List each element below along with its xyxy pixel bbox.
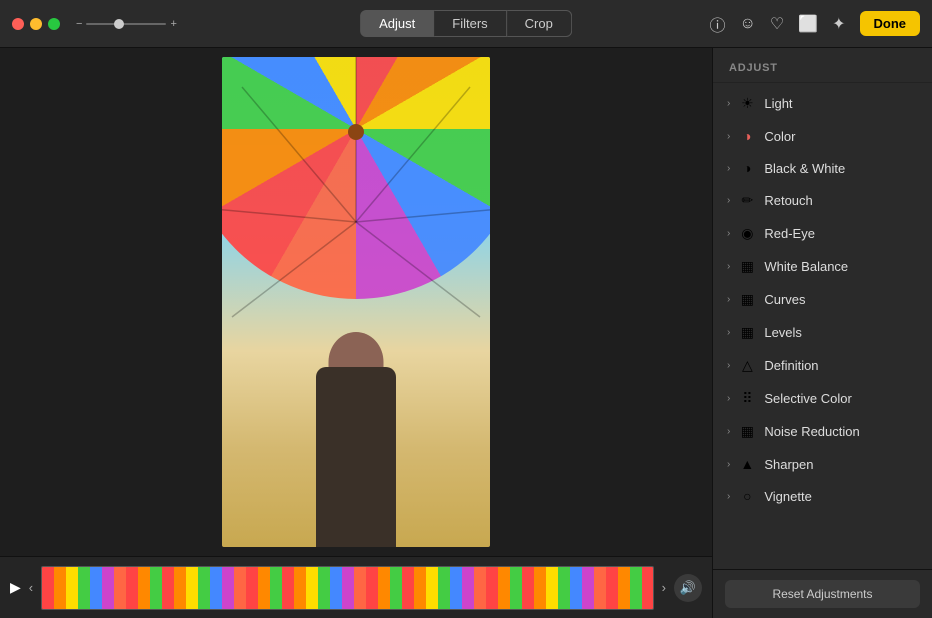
- levels-icon: ▦: [738, 324, 756, 341]
- umbrella-center: [348, 124, 364, 140]
- zoom-out-icon: −: [76, 18, 82, 30]
- info-icon[interactable]: ⓘ: [709, 12, 725, 36]
- chevron-right-icon: ›: [727, 393, 730, 404]
- definition-label: Definition: [764, 358, 818, 373]
- chevron-right-icon: ›: [727, 131, 730, 142]
- close-button[interactable]: [12, 18, 24, 30]
- fullscreen-button[interactable]: [48, 18, 60, 30]
- chevron-right-icon: ›: [727, 491, 730, 502]
- photo-frame: [222, 57, 490, 547]
- color-icon: ◑: [738, 128, 756, 144]
- zoom-slider[interactable]: − +: [76, 18, 177, 30]
- definition-icon: △: [738, 357, 756, 374]
- emoji-icon[interactable]: ☺: [739, 15, 755, 33]
- adjust-item-noise-reduction[interactable]: › ▦ Noise Reduction: [713, 415, 932, 448]
- bw-label: Black & White: [764, 161, 845, 176]
- noise-reduction-label: Noise Reduction: [764, 424, 859, 439]
- vignette-label: Vignette: [764, 489, 811, 504]
- volume-icon: 🔊: [680, 580, 696, 596]
- filmstrip-prev[interactable]: ‹: [29, 580, 33, 595]
- tab-filters[interactable]: Filters: [434, 10, 506, 37]
- adjust-item-color[interactable]: › ◑ Color: [713, 120, 932, 152]
- retouch-icon: ✏: [738, 192, 756, 209]
- panel-footer: Reset Adjustments: [713, 569, 932, 618]
- red-eye-label: Red-Eye: [764, 226, 815, 241]
- light-label: Light: [764, 96, 792, 111]
- light-icon: ☀: [738, 95, 756, 112]
- chevron-right-icon: ›: [727, 294, 730, 305]
- noise-reduction-icon: ▦: [738, 423, 756, 440]
- share-icon[interactable]: ⬜: [798, 14, 818, 34]
- photo-image: [222, 57, 490, 547]
- filmstrip-next[interactable]: ›: [662, 580, 666, 595]
- curves-label: Curves: [764, 292, 805, 307]
- photo-area: ▶ ‹ › 🔊: [0, 48, 712, 618]
- minimize-button[interactable]: [30, 18, 42, 30]
- slider-track: [86, 23, 166, 25]
- tab-adjust[interactable]: Adjust: [360, 10, 434, 37]
- adjust-item-curves[interactable]: › ▦ Curves: [713, 283, 932, 316]
- chevron-right-icon: ›: [727, 459, 730, 470]
- adjust-item-sharpen[interactable]: › ▲ Sharpen: [713, 448, 932, 480]
- adjust-item-light[interactable]: › ☀ Light: [713, 87, 932, 120]
- chevron-right-icon: ›: [727, 327, 730, 338]
- bw-icon: ◑: [738, 160, 756, 176]
- magic-wand-icon[interactable]: ✦: [832, 14, 845, 34]
- play-button[interactable]: ▶: [10, 579, 21, 596]
- reset-adjustments-button[interactable]: Reset Adjustments: [725, 580, 920, 608]
- tab-crop[interactable]: Crop: [507, 10, 572, 37]
- filmstrip-bar: ▶ ‹ › 🔊: [0, 556, 712, 618]
- adjust-item-retouch[interactable]: › ✏ Retouch: [713, 184, 932, 217]
- person-body: [316, 367, 396, 547]
- toolbar-right: ⓘ ☺ ♡ ⬜ ✦ Done: [709, 11, 920, 36]
- photo-container: [0, 48, 712, 556]
- filmstrip[interactable]: [41, 566, 654, 610]
- selective-color-icon: ⠿: [738, 390, 756, 407]
- traffic-lights: [12, 18, 60, 30]
- chevron-right-icon: ›: [727, 261, 730, 272]
- red-eye-icon: ◉: [738, 225, 756, 242]
- umbrella-overlay: [222, 57, 490, 299]
- adjust-list: › ☀ Light › ◑ Color › ◑ Black & White › …: [713, 83, 932, 569]
- chevron-right-icon: ›: [727, 360, 730, 371]
- zoom-in-icon: +: [170, 18, 176, 30]
- panel-header: ADJUST: [713, 48, 932, 83]
- main-content: ▶ ‹ › 🔊 ADJUST › ☀ Light › ◑ Color: [0, 48, 932, 618]
- chevron-right-icon: ›: [727, 98, 730, 109]
- vignette-icon: ○: [738, 488, 756, 504]
- adjust-item-definition[interactable]: › △ Definition: [713, 349, 932, 382]
- adjust-item-selective-color[interactable]: › ⠿ Selective Color: [713, 382, 932, 415]
- levels-label: Levels: [764, 325, 802, 340]
- adjust-item-levels[interactable]: › ▦ Levels: [713, 316, 932, 349]
- curves-icon: ▦: [738, 291, 756, 308]
- chevron-right-icon: ›: [727, 426, 730, 437]
- done-button[interactable]: Done: [860, 11, 921, 36]
- adjust-item-white-balance[interactable]: › ▦ White Balance: [713, 250, 932, 283]
- white-balance-icon: ▦: [738, 258, 756, 275]
- color-label: Color: [764, 129, 795, 144]
- chevron-right-icon: ›: [727, 195, 730, 206]
- sharpen-icon: ▲: [738, 456, 756, 472]
- retouch-label: Retouch: [764, 193, 812, 208]
- selective-color-label: Selective Color: [764, 391, 851, 406]
- adjust-item-red-eye[interactable]: › ◉ Red-Eye: [713, 217, 932, 250]
- white-balance-label: White Balance: [764, 259, 848, 274]
- heart-icon[interactable]: ♡: [770, 14, 784, 34]
- adjust-item-black-white[interactable]: › ◑ Black & White: [713, 152, 932, 184]
- chevron-right-icon: ›: [727, 163, 730, 174]
- sharpen-label: Sharpen: [764, 457, 813, 472]
- nav-tabs: Adjust Filters Crop: [360, 10, 572, 37]
- titlebar: − + Adjust Filters Crop ⓘ ☺ ♡ ⬜ ✦ Done: [0, 0, 932, 48]
- right-panel: ADJUST › ☀ Light › ◑ Color › ◑ Black & W…: [712, 48, 932, 618]
- adjust-item-vignette[interactable]: › ○ Vignette: [713, 480, 932, 512]
- volume-button[interactable]: 🔊: [674, 574, 702, 602]
- slider-thumb: [114, 19, 124, 29]
- chevron-right-icon: ›: [727, 228, 730, 239]
